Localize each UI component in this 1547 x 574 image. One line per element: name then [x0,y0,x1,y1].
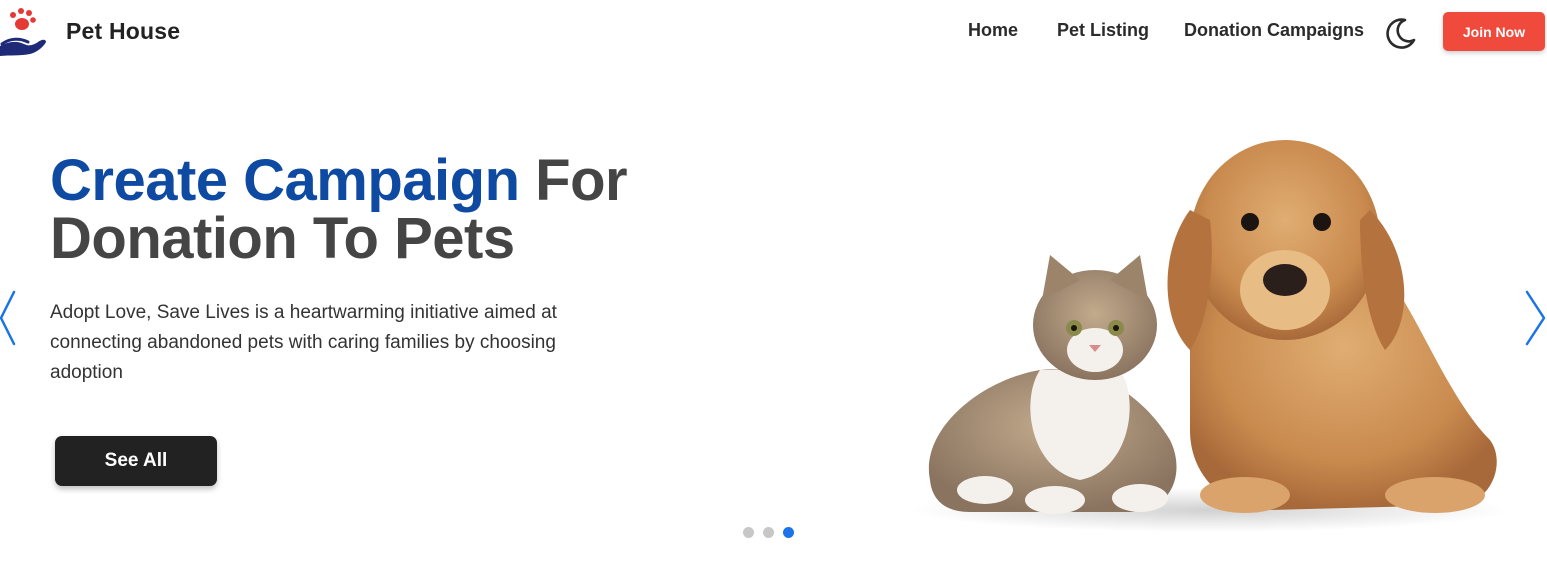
hero-title: Create Campaign For Donation To Pets [50,152,670,268]
nav-donation-campaigns-link[interactable]: Donation Campaigns [1184,20,1364,41]
paw-hand-logo-icon[interactable] [0,6,48,58]
carousel-dot-1[interactable] [743,527,754,538]
hero-description: Adopt Love, Save Lives is a heartwarming… [50,302,557,383]
navbar: Pet House Home Pet Listing Donation Camp… [0,0,1547,66]
join-now-button[interactable]: Join Now [1443,12,1545,51]
chevron-right-icon[interactable] [1524,288,1546,348]
carousel-dot-3[interactable] [783,527,794,538]
moon-icon[interactable] [1383,16,1417,50]
brand-name[interactable]: Pet House [66,18,180,45]
page: Pet House Home Pet Listing Donation Camp… [0,0,1547,574]
carousel-dot-2[interactable] [763,527,774,538]
hero-title-accent: Create Campaign [50,148,520,213]
nav-home-link[interactable]: Home [968,20,1018,41]
chevron-left-icon[interactable] [0,288,22,348]
see-all-button[interactable]: See All [55,436,217,486]
cat-and-dog-image [910,140,1510,532]
nav-pet-listing-link[interactable]: Pet Listing [1057,20,1149,41]
